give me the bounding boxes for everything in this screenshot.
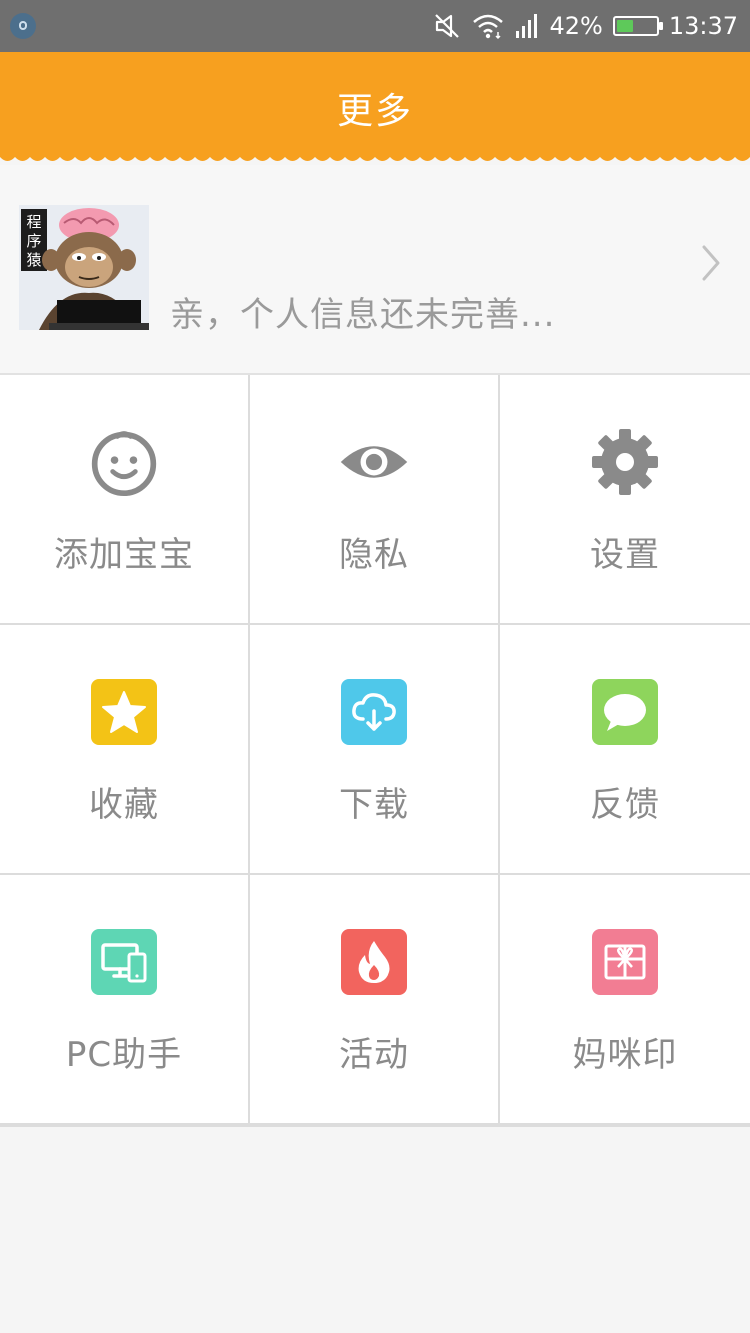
clock: 13:37 (668, 12, 738, 40)
cloud-download-icon (339, 677, 409, 747)
profile-prompt: 亲，个人信息还未完善... (170, 295, 556, 335)
wifi-icon (471, 12, 505, 40)
mute-icon (433, 12, 461, 40)
cloud-download-icon-tile (341, 679, 407, 745)
svg-text:序: 序 (26, 232, 41, 250)
grid-item-privacy[interactable]: 隐私 (250, 375, 500, 625)
baby-face-icon (89, 427, 159, 497)
star-icon-tile (91, 679, 157, 745)
grid-item-label: 活动 (339, 1035, 409, 1075)
grid-item-label: 下载 (339, 785, 409, 825)
grid-item-add-baby[interactable]: 添加宝宝 (0, 375, 250, 625)
svg-text:猿: 猿 (26, 251, 41, 269)
grid-item-label: 反馈 (590, 785, 660, 825)
status-bar: 42% 13:37 (0, 0, 750, 52)
header-bar: 更多 (0, 52, 750, 161)
grid-item-favorites[interactable]: 收藏 (0, 625, 250, 875)
battery-fill (616, 20, 633, 32)
pc-phone-icon-tile (91, 929, 157, 995)
grid-item-label: 添加宝宝 (54, 535, 194, 575)
gift-icon (590, 927, 660, 997)
grid-item-label: 隐私 (339, 535, 409, 575)
header-wave-edge (0, 151, 750, 161)
eye-icon (339, 427, 409, 497)
chat-bubble-icon (590, 677, 660, 747)
flame-icon-tile (341, 929, 407, 995)
grid-item-download[interactable]: 下载 (250, 625, 500, 875)
grid-item-label: 收藏 (89, 785, 159, 825)
grid-item-label: 设置 (590, 535, 660, 575)
page-title: 更多 (336, 91, 413, 132)
notification-icon (10, 13, 36, 39)
gift-icon-tile (592, 929, 658, 995)
grid-item-events[interactable]: 活动 (250, 875, 500, 1125)
gear-icon (590, 427, 660, 497)
grid-item-label: 妈咪印 (572, 1035, 678, 1075)
chevron-right-icon[interactable] (700, 243, 722, 287)
avatar[interactable]: 程 序 猿 (19, 205, 149, 330)
svg-text:程: 程 (26, 213, 41, 231)
grid-item-mommy-print[interactable]: 妈咪印 (500, 875, 750, 1125)
grid-item-pc-assistant[interactable]: PC助手 (0, 875, 250, 1125)
flame-icon (339, 927, 409, 997)
chat-bubble-icon-tile (592, 679, 658, 745)
star-icon (89, 677, 159, 747)
pc-phone-icon (89, 927, 159, 997)
grid-item-settings[interactable]: 设置 (500, 375, 750, 625)
grid-item-label: PC助手 (65, 1035, 183, 1075)
feature-grid: 添加宝宝 隐私 设置 收藏 下载 反馈 PC助手 活动 妈咪印 (0, 375, 750, 1127)
battery-percent: 42% (549, 12, 603, 40)
grid-item-feedback[interactable]: 反馈 (500, 625, 750, 875)
status-icons: 42% 13:37 (433, 0, 738, 52)
signal-icon (515, 13, 539, 39)
profile-row[interactable]: 程 序 猿 亲，个人信息还未完善... (0, 165, 750, 375)
battery-icon (612, 16, 663, 36)
